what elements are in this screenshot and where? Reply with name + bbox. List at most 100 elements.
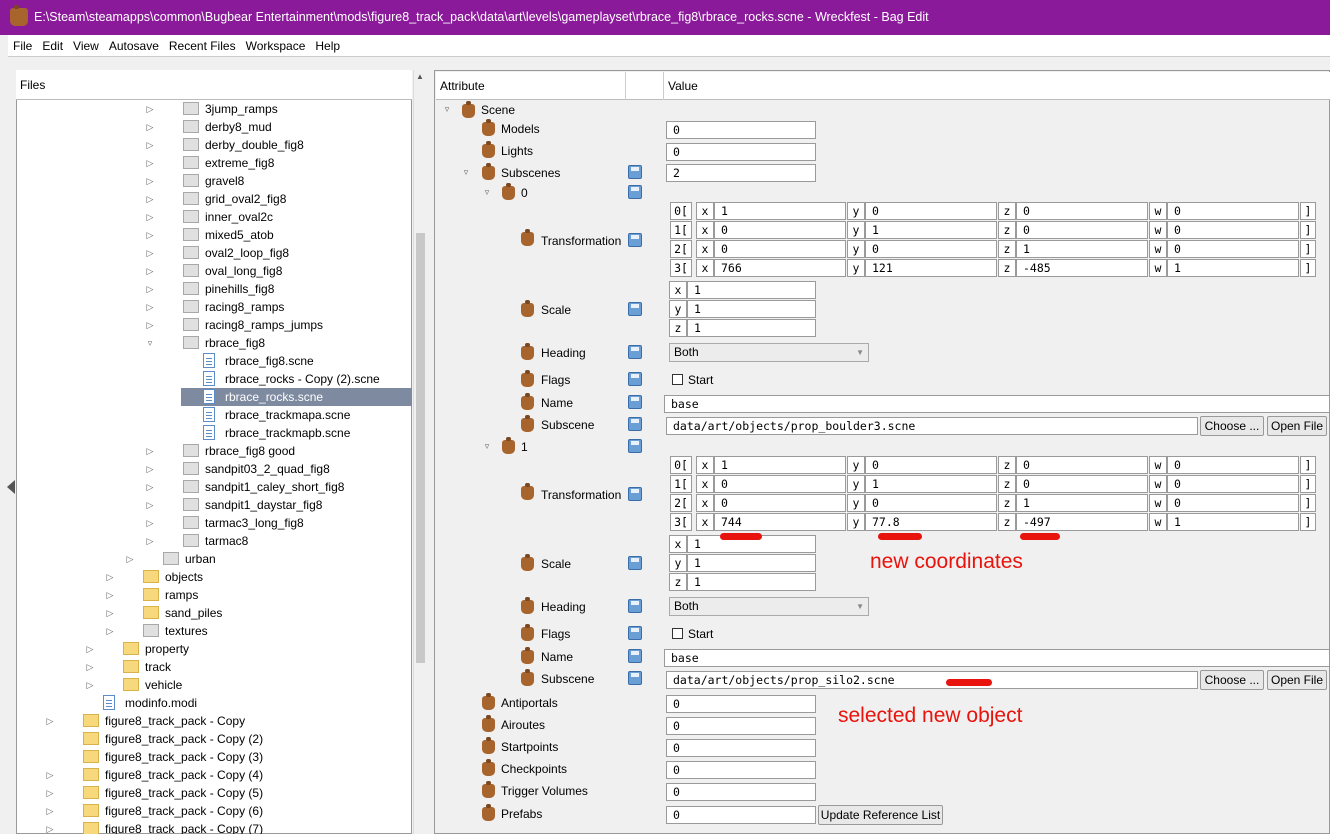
- expand-arrow-icon[interactable]: ▿: [461, 167, 471, 178]
- save-disk-icon[interactable]: [628, 345, 642, 359]
- save-disk-icon[interactable]: [628, 395, 642, 409]
- startpoints-value-field[interactable]: 0: [666, 739, 816, 757]
- scale-y-field[interactable]: 1: [687, 300, 816, 318]
- matrix-w-field[interactable]: 0: [1167, 456, 1299, 474]
- subscenes-value-field[interactable]: 2: [666, 164, 816, 182]
- expand-arrow-icon[interactable]: ▿: [442, 104, 452, 115]
- scale-y-field[interactable]: 1: [687, 554, 816, 572]
- save-disk-icon[interactable]: [628, 302, 642, 316]
- save-disk-icon[interactable]: [628, 233, 642, 247]
- bag-icon: [521, 669, 534, 686]
- bag-icon: [521, 370, 534, 387]
- axis-label-x: x: [696, 494, 714, 512]
- start-flag-checkbox[interactable]: [672, 628, 683, 639]
- scale-axis-label-x: x: [669, 281, 687, 299]
- red-underline-mark: [1020, 533, 1060, 540]
- lights-value-field[interactable]: 0: [666, 143, 816, 161]
- prefabs-value-field[interactable]: 0: [666, 806, 816, 824]
- save-disk-icon[interactable]: [628, 372, 642, 386]
- matrix-close-bracket: ]: [1300, 513, 1316, 531]
- matrix-y-field[interactable]: 1: [865, 221, 997, 239]
- scale-z-field[interactable]: 1: [687, 573, 816, 591]
- matrix-y-field[interactable]: 121: [865, 259, 997, 277]
- heading-select[interactable]: Both ▼: [669, 343, 869, 362]
- matrix-z-field[interactable]: -485: [1016, 259, 1148, 277]
- axis-label-x: x: [696, 259, 714, 277]
- save-disk-icon[interactable]: [628, 671, 642, 685]
- save-disk-icon[interactable]: [628, 165, 642, 179]
- open-file-button[interactable]: Open File: [1267, 416, 1327, 436]
- matrix-y-field[interactable]: 77.8: [865, 513, 997, 531]
- matrix-x-field[interactable]: 0: [714, 475, 846, 493]
- matrix-z-field[interactable]: -497: [1016, 513, 1148, 531]
- matrix-z-field[interactable]: 1: [1016, 240, 1148, 258]
- checkpoints-value-field[interactable]: 0: [666, 761, 816, 779]
- save-disk-icon[interactable]: [628, 626, 642, 640]
- matrix-x-field[interactable]: 0: [714, 240, 846, 258]
- matrix-w-field[interactable]: 1: [1167, 513, 1299, 531]
- matrix-y-field[interactable]: 0: [865, 494, 997, 512]
- save-disk-icon[interactable]: [628, 417, 642, 431]
- name-field[interactable]: base: [664, 395, 1330, 413]
- heading-select[interactable]: Both ▼: [669, 597, 869, 616]
- update-reference-list-button[interactable]: Update Reference List: [818, 805, 943, 825]
- matrix-z-field[interactable]: 1: [1016, 494, 1148, 512]
- airoutes-value-field[interactable]: 0: [666, 717, 816, 735]
- open-file-button[interactable]: Open File: [1267, 670, 1327, 690]
- axis-label-w: w: [1149, 513, 1167, 531]
- heading-label: Heading: [541, 600, 586, 614]
- bag-icon: [482, 804, 495, 821]
- matrix-w-field[interactable]: 0: [1167, 202, 1299, 220]
- matrix-y-field[interactable]: 0: [865, 240, 997, 258]
- scale-axis-label-y: y: [669, 554, 687, 572]
- matrix-x-field[interactable]: 766: [714, 259, 846, 277]
- expand-arrow-icon[interactable]: ▿: [482, 187, 492, 198]
- matrix-x-field[interactable]: 1: [714, 202, 846, 220]
- matrix-y-field[interactable]: 1: [865, 475, 997, 493]
- save-disk-icon[interactable]: [628, 439, 642, 453]
- expand-arrow-icon[interactable]: ▿: [482, 441, 492, 452]
- name-field[interactable]: base: [664, 649, 1330, 667]
- trigger-volumes-value-field[interactable]: 0: [666, 783, 816, 801]
- matrix-y-field[interactable]: 0: [865, 456, 997, 474]
- scale-z-field[interactable]: 1: [687, 319, 816, 337]
- matrix-y-field[interactable]: 0: [865, 202, 997, 220]
- matrix-w-field[interactable]: 0: [1167, 494, 1299, 512]
- matrix-w-field[interactable]: 0: [1167, 240, 1299, 258]
- matrix-w-field[interactable]: 1: [1167, 259, 1299, 277]
- choose-button[interactable]: Choose ...: [1200, 670, 1264, 690]
- save-disk-icon[interactable]: [628, 185, 642, 199]
- matrix-close-bracket: ]: [1300, 221, 1316, 239]
- matrix-z-field[interactable]: 0: [1016, 456, 1148, 474]
- models-value-field[interactable]: 0: [666, 121, 816, 139]
- bag-icon: [521, 229, 534, 246]
- red-underline-mark: [946, 679, 992, 686]
- subscene-index-label: 0: [521, 186, 528, 200]
- annotation-selected-new-object: selected new object: [838, 704, 1023, 727]
- save-disk-icon[interactable]: [628, 649, 642, 663]
- save-disk-icon[interactable]: [628, 556, 642, 570]
- matrix-w-field[interactable]: 0: [1167, 221, 1299, 239]
- subscene-path-field[interactable]: data/art/objects/prop_silo2.scne: [666, 671, 1198, 689]
- antiportals-value-field[interactable]: 0: [666, 695, 816, 713]
- matrix-x-field[interactable]: 744: [714, 513, 846, 531]
- scale-x-field[interactable]: 1: [687, 281, 816, 299]
- choose-button[interactable]: Choose ...: [1200, 416, 1264, 436]
- flags-label: Flags: [541, 627, 571, 641]
- matrix-z-field[interactable]: 0: [1016, 202, 1148, 220]
- matrix-close-bracket: ]: [1300, 202, 1316, 220]
- axis-label-z: z: [998, 202, 1016, 220]
- subscene-path-field[interactable]: data/art/objects/prop_boulder3.scne: [666, 417, 1198, 435]
- axis-label-y: y: [847, 456, 865, 474]
- matrix-z-field[interactable]: 0: [1016, 221, 1148, 239]
- start-flag-checkbox[interactable]: [672, 374, 683, 385]
- matrix-x-field[interactable]: 1: [714, 456, 846, 474]
- matrix-x-field[interactable]: 0: [714, 221, 846, 239]
- scene-label: Scene: [481, 103, 516, 117]
- matrix-w-field[interactable]: 0: [1167, 475, 1299, 493]
- matrix-z-field[interactable]: 0: [1016, 475, 1148, 493]
- matrix-row-index: 0[: [670, 202, 692, 220]
- matrix-x-field[interactable]: 0: [714, 494, 846, 512]
- save-disk-icon[interactable]: [628, 487, 642, 501]
- save-disk-icon[interactable]: [628, 599, 642, 613]
